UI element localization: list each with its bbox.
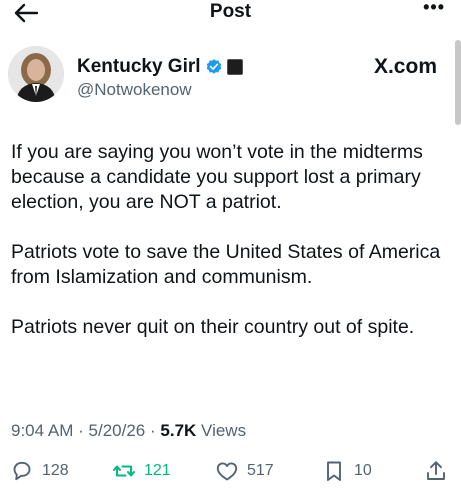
author-name-row: Kentucky Girl — [77, 55, 243, 79]
share-button[interactable] — [424, 456, 448, 486]
meta-separator: · — [78, 421, 84, 440]
bookmark-count: 10 — [354, 462, 372, 479]
post-actions-bar: 128 121 517 10 — [0, 456, 461, 488]
profile-avatar-icon — [8, 46, 64, 102]
post-paragraph: If you are saying you won’t vote in the … — [11, 141, 423, 213]
views-count[interactable]: 5.7K — [160, 421, 196, 440]
reply-count: 128 — [42, 462, 69, 479]
post-date[interactable]: 5/20/26 — [89, 421, 146, 440]
post-paragraph: Patriots vote to save the United States … — [11, 241, 441, 288]
heart-icon — [216, 462, 238, 481]
repost-icon — [113, 465, 135, 477]
views-label: Views — [201, 421, 247, 440]
like-button[interactable]: 517 — [215, 456, 274, 486]
post-header: Post ••• — [0, 0, 461, 28]
share-icon — [427, 461, 445, 480]
post-metadata: 9:04 AM · 5/20/26 · 5.7K Views — [11, 421, 246, 441]
post-time[interactable]: 9:04 AM — [11, 421, 73, 440]
post-paragraph: Patriots never quit on their country out… — [11, 316, 415, 338]
post-text: If you are saying you won’t vote in the … — [11, 140, 451, 365]
repost-button[interactable]: 121 — [112, 456, 171, 486]
verified-badge-icon — [206, 59, 221, 74]
reply-icon — [13, 461, 31, 481]
bookmark-button[interactable]: 10 — [322, 456, 372, 486]
affiliation-badge-icon[interactable] — [226, 59, 243, 75]
page-title: Post — [209, 1, 252, 22]
meta-separator: · — [149, 421, 156, 440]
scrollbar[interactable] — [455, 40, 461, 125]
reply-button[interactable]: 128 — [10, 456, 69, 486]
more-options-button[interactable]: ••• — [417, 0, 445, 20]
like-count: 517 — [247, 462, 274, 479]
bookmark-icon — [327, 461, 341, 481]
x-com-watermark: X.com — [373, 55, 437, 78]
author-handle[interactable]: @Notwokenow — [77, 80, 192, 100]
repost-count: 121 — [144, 462, 171, 479]
author-display-name[interactable]: Kentucky Girl — [77, 56, 201, 78]
avatar[interactable] — [8, 46, 64, 102]
